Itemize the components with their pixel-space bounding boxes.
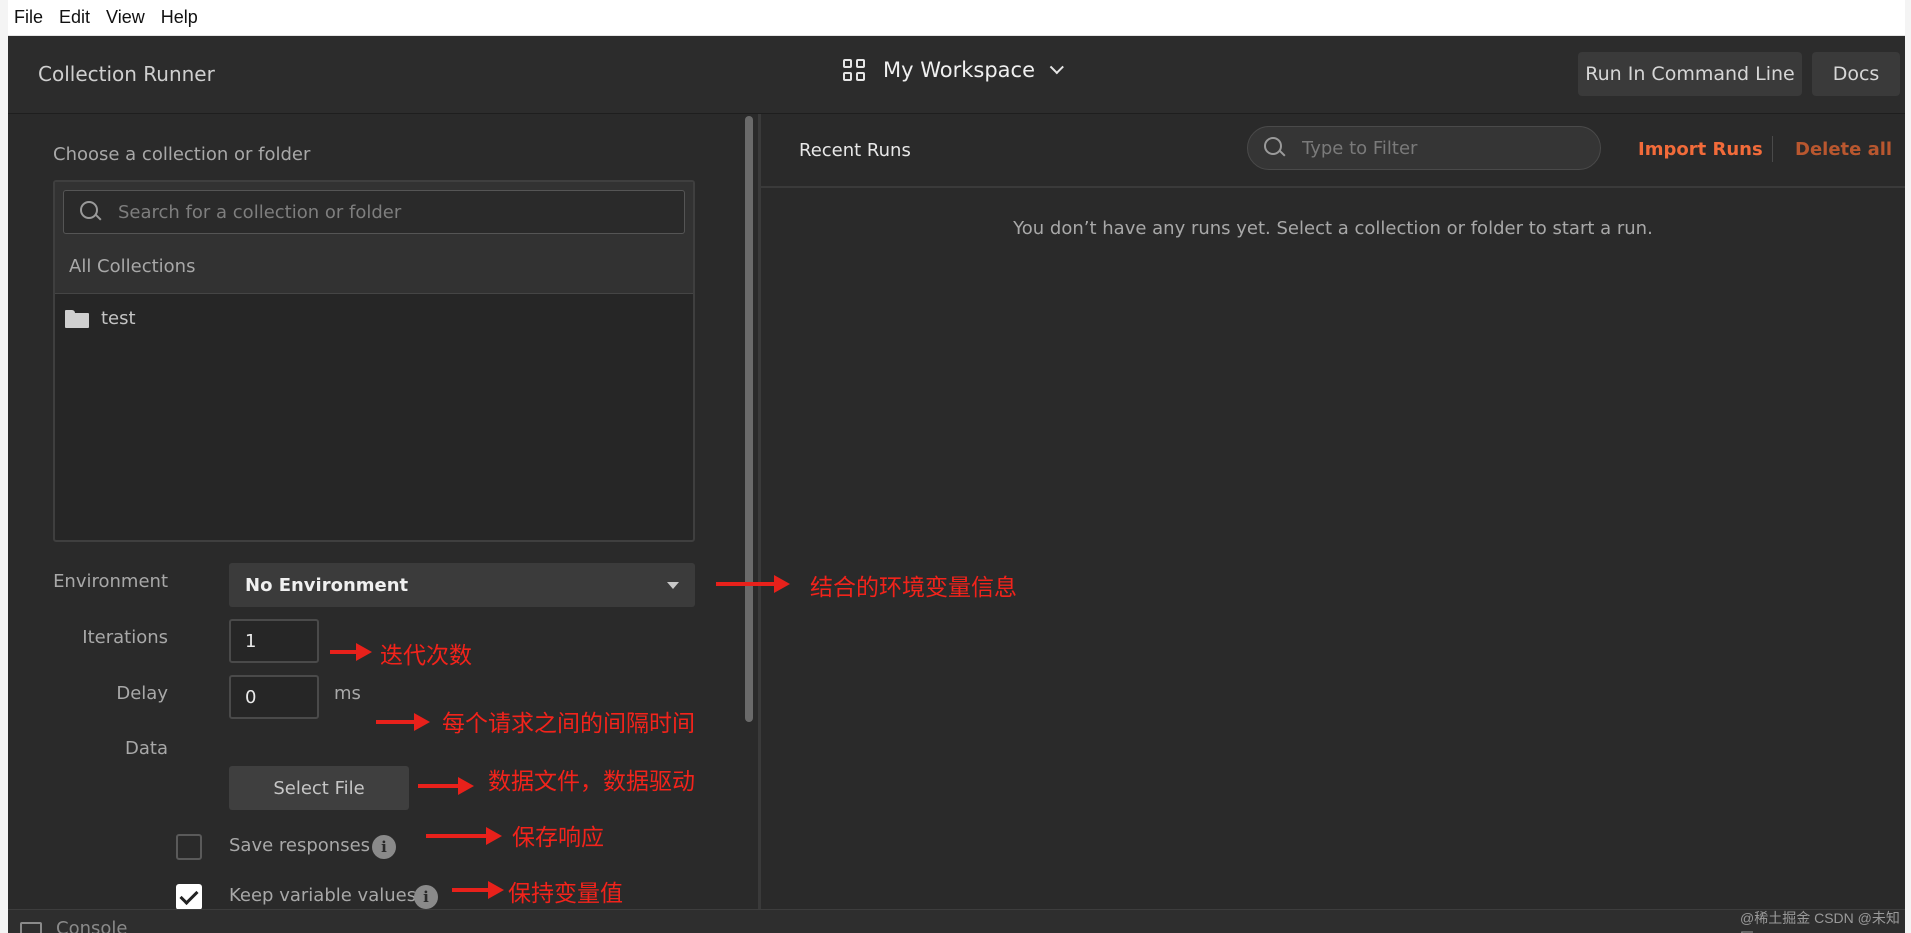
- menu-edit[interactable]: Edit: [59, 7, 90, 28]
- save-responses-label: Save responses: [229, 835, 371, 856]
- annotation-keep: 保持变量值: [508, 881, 623, 907]
- choose-collection-label: Choose a collection or folder: [53, 144, 311, 165]
- search-icon: [80, 201, 102, 223]
- collection-search: [63, 190, 685, 234]
- collection-picker-header: All Collections: [55, 182, 693, 294]
- console-label[interactable]: Console: [56, 918, 127, 933]
- data-label: Data: [125, 738, 168, 759]
- left-panel-scrollbar[interactable]: [745, 116, 753, 722]
- window-frame-right: [1905, 0, 1911, 933]
- collection-name: test: [101, 308, 136, 329]
- menu-help[interactable]: Help: [161, 7, 198, 28]
- folder-icon: [65, 309, 89, 328]
- header-separator: [1772, 136, 1773, 162]
- info-icon[interactable]: i: [414, 885, 438, 909]
- all-collections-breadcrumb[interactable]: All Collections: [69, 256, 195, 277]
- search-icon: [1264, 137, 1286, 159]
- recent-runs-panel: Recent Runs Import Runs Delete all You d…: [761, 114, 1905, 909]
- keep-variable-values-label: Keep variable values: [229, 885, 417, 906]
- environment-select[interactable]: No Environment: [229, 563, 695, 607]
- workspace-grid-icon: [843, 59, 865, 81]
- window-frame-left: [0, 0, 8, 933]
- environment-label: Environment: [53, 571, 168, 592]
- run-in-command-line-button[interactable]: Run In Command Line: [1578, 52, 1802, 96]
- collection-search-input[interactable]: [118, 201, 658, 223]
- chevron-down-icon: [1049, 60, 1064, 75]
- delay-label: Delay: [116, 683, 168, 704]
- delete-all-button[interactable]: Delete all: [1795, 139, 1892, 160]
- workspace-selector[interactable]: My Workspace: [843, 58, 1064, 82]
- menu-view[interactable]: View: [106, 7, 145, 28]
- empty-state-message: You don’t have any runs yet. Select a co…: [1013, 218, 1653, 239]
- iterations-input[interactable]: 1: [229, 619, 319, 663]
- filter-input[interactable]: [1302, 137, 1582, 159]
- environment-value: No Environment: [245, 574, 409, 596]
- menu-bar: File Edit View Help: [0, 0, 1911, 36]
- annotation-arrow: [330, 643, 372, 661]
- annotation-iterations: 迭代次数: [380, 643, 472, 669]
- recent-runs-title: Recent Runs: [799, 140, 911, 161]
- annotation-arrow: [452, 881, 504, 899]
- import-runs-button[interactable]: Import Runs: [1638, 139, 1763, 160]
- select-file-button[interactable]: Select File: [229, 766, 409, 810]
- keep-variable-values-checkbox[interactable]: [176, 884, 202, 910]
- annotation-environment: 结合的环境变量信息: [810, 575, 1017, 601]
- docs-button[interactable]: Docs: [1812, 52, 1900, 96]
- save-responses-checkbox[interactable]: [176, 834, 202, 860]
- recent-runs-header: Recent Runs Import Runs Delete all: [761, 114, 1905, 188]
- caret-down-icon: [667, 582, 679, 589]
- delay-unit: ms: [334, 683, 361, 704]
- annotation-arrow: [426, 827, 502, 845]
- collection-picker: All Collections test: [53, 180, 695, 542]
- status-bar: Console: [8, 909, 1905, 933]
- workspace-label: My Workspace: [883, 58, 1036, 82]
- watermark: @稀土掘金 CSDN @未知匠: [1740, 910, 1900, 933]
- app-header: Collection Runner My Workspace Run In Co…: [8, 36, 1905, 114]
- list-item[interactable]: test: [65, 308, 136, 329]
- annotation-arrow: [716, 575, 790, 593]
- console-icon[interactable]: [20, 922, 42, 933]
- annotation-save: 保存响应: [512, 825, 604, 851]
- delay-input[interactable]: 0: [229, 675, 319, 719]
- info-icon[interactable]: i: [372, 835, 396, 859]
- annotation-data: 数据文件，数据驱动: [488, 769, 695, 795]
- annotation-delay: 每个请求之间的间隔时间: [442, 711, 695, 737]
- menu-file[interactable]: File: [14, 7, 43, 28]
- annotation-arrow: [376, 713, 430, 731]
- filter-box: [1247, 126, 1601, 170]
- page-title: Collection Runner: [38, 62, 215, 86]
- iterations-label: Iterations: [82, 627, 168, 648]
- annotation-arrow: [418, 777, 474, 795]
